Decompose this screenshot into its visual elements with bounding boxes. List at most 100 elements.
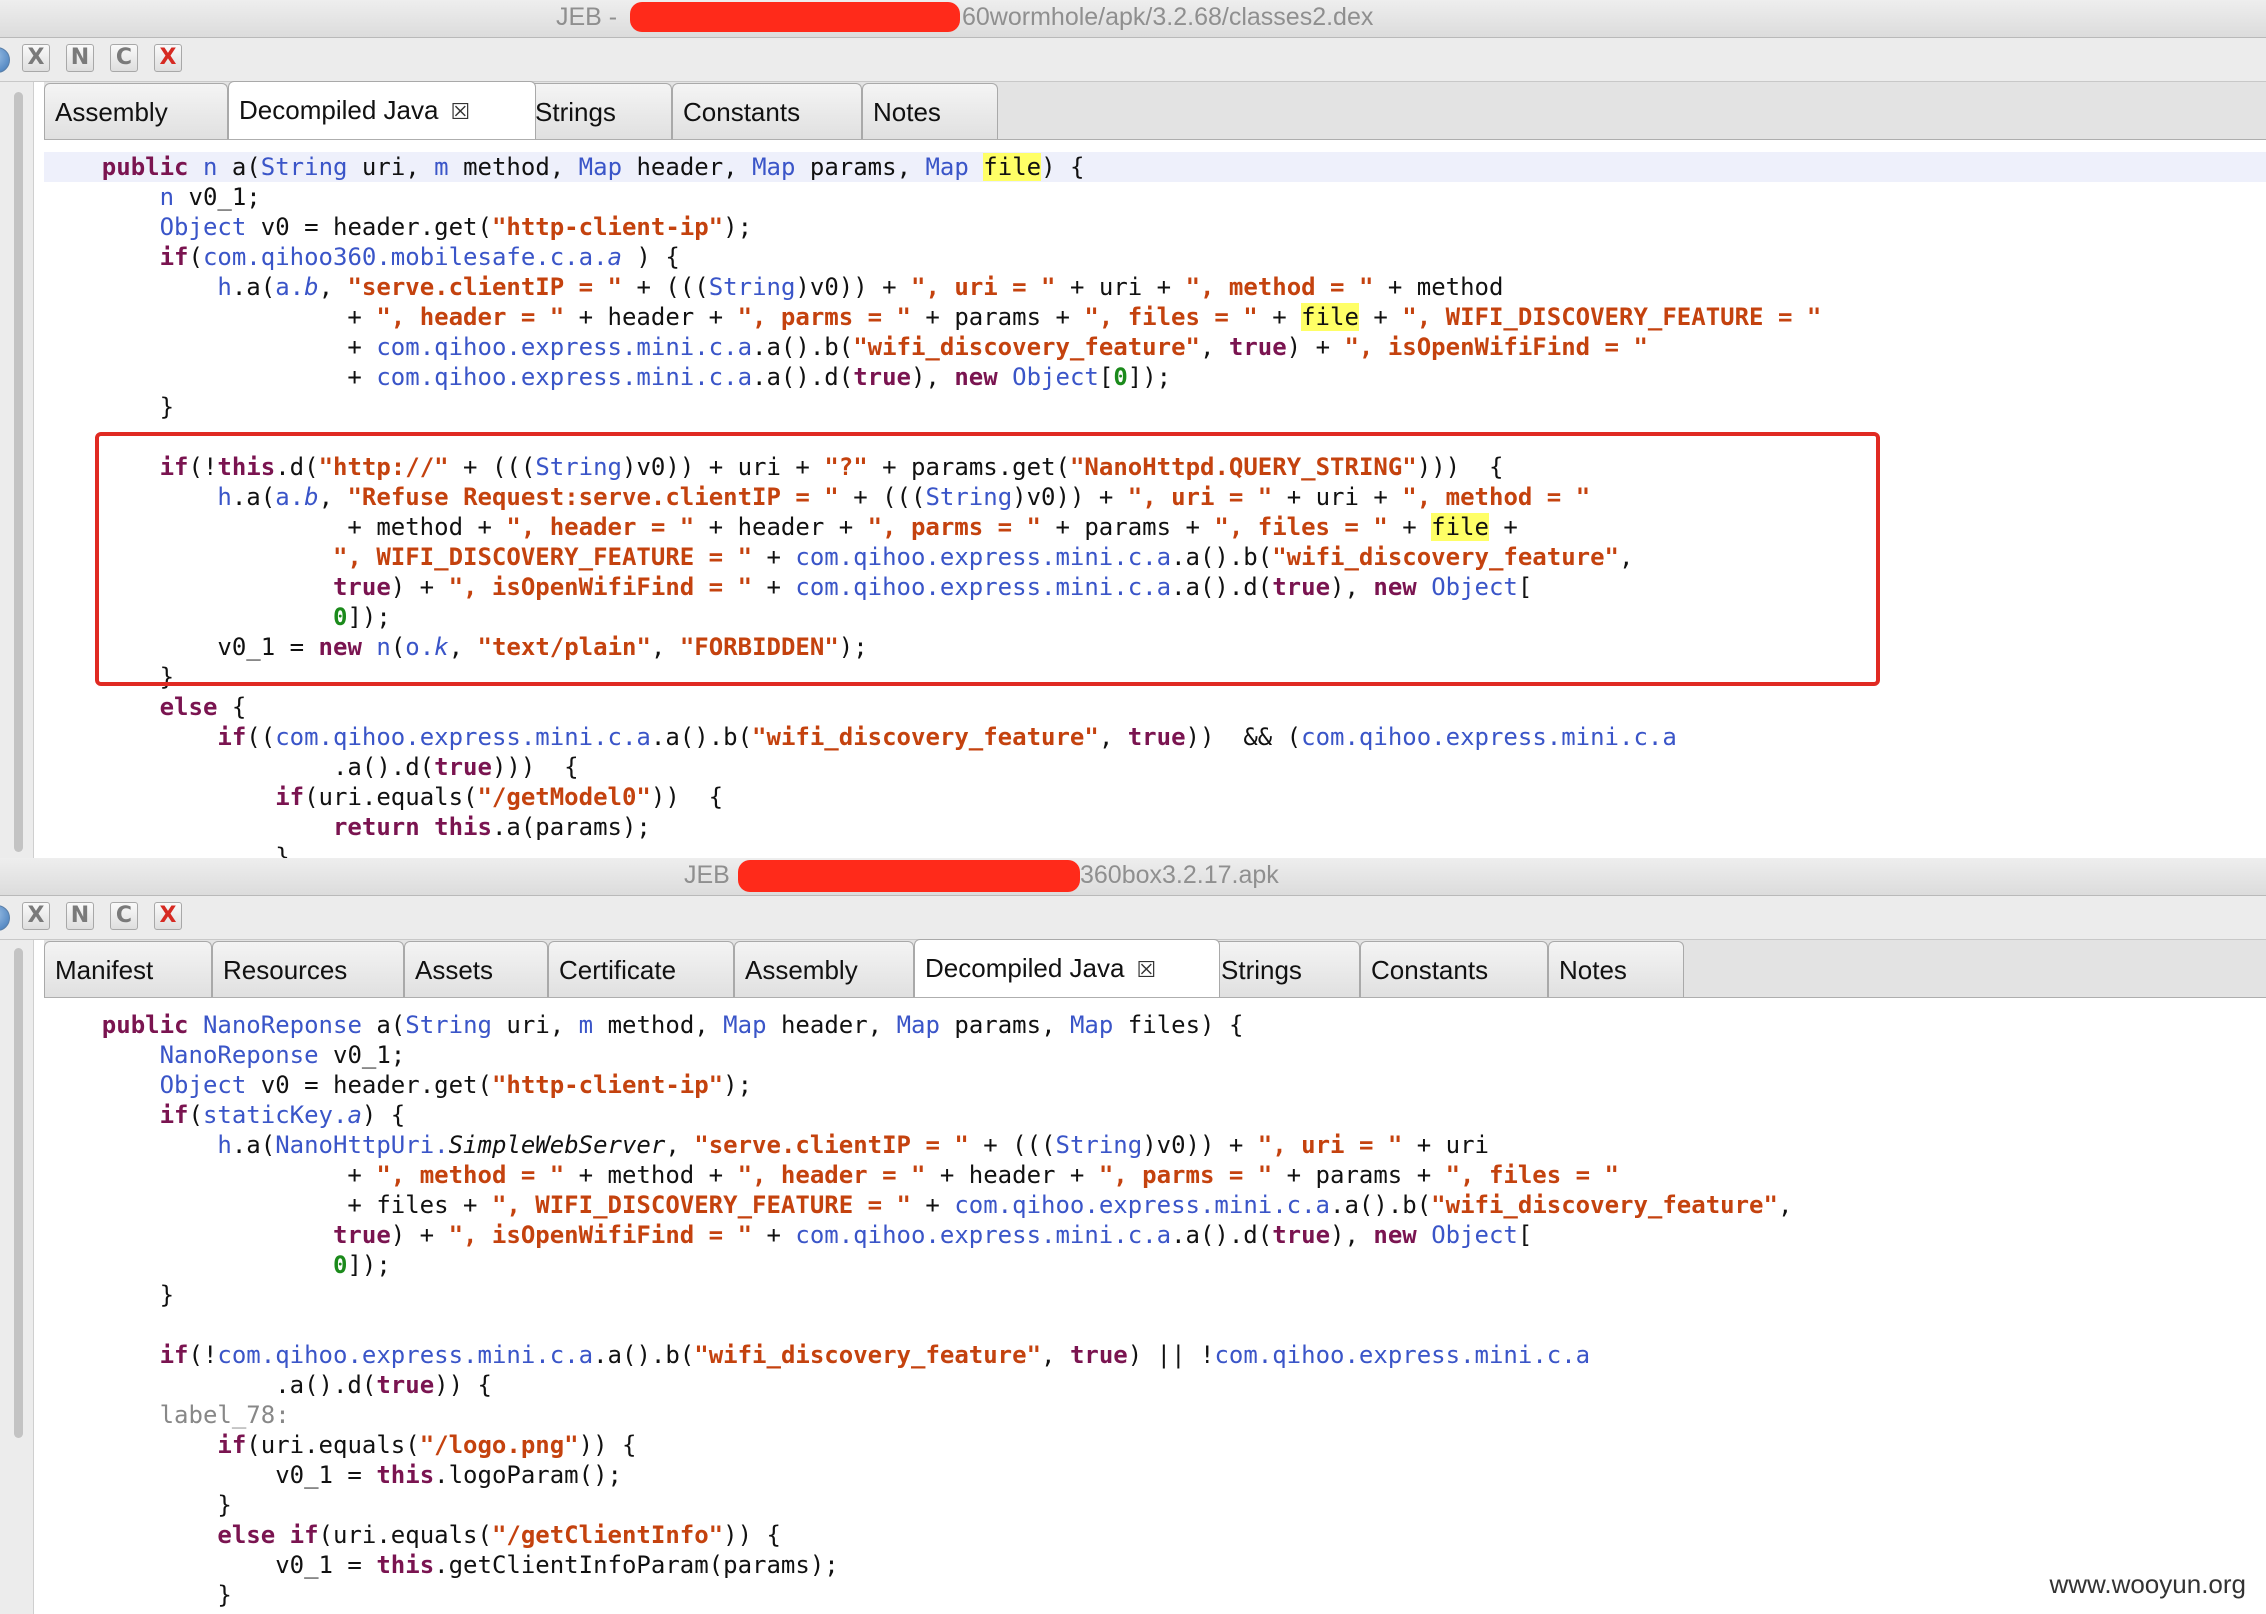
code-line[interactable]: if(com.qihoo360.mobilesafe.c.a.a ) { [44,242,2266,272]
code-token: v0 = header.get( [246,1071,492,1099]
code-line[interactable]: } [44,392,2266,422]
code-token: )) { [578,1431,637,1459]
code-token: ", WIFI_DISCOVERY_FEATURE = " [1402,303,1822,331]
code-line[interactable]: label_78: [44,1400,2266,1430]
code-token: (uri.equals( [304,783,478,811]
code-line[interactable] [44,1310,2266,1340]
code-token: ]); [1127,363,1172,391]
c-toolbar-button[interactable]: C [110,44,138,72]
code-token: true [434,753,492,781]
code-line[interactable]: public NanoReponse a(String uri, m metho… [44,1010,2266,1040]
tab-constants[interactable]: Constants [1360,941,1548,997]
tab-notes[interactable]: Notes [1548,941,1684,997]
code-token: Map [752,153,796,181]
code-line[interactable]: else if(uri.equals("/getClientInfo")) { [44,1520,2266,1550]
code-token: + method + [564,1161,738,1189]
code-token: + uri [1402,1131,1489,1159]
code-token: ( [188,1101,203,1129]
tab-constants[interactable]: Constants [672,83,862,139]
code-line[interactable]: if(uri.equals("/getModel0")) { [44,782,2266,812]
code-line[interactable]: + com.qihoo.express.mini.c.a.a().d(true)… [44,362,2266,392]
code-line[interactable]: true) + ", isOpenWifiFind = " + com.qiho… [44,1220,2266,1250]
code-line[interactable]: + ", header = " + header + ", parms = " … [44,302,2266,332]
code-line[interactable]: else { [44,692,2266,722]
left-panel-scrollbar[interactable] [0,940,34,1614]
code-token: String [260,153,348,181]
tab-label: Decompiled Java [925,953,1125,983]
code-editor[interactable]: public NanoReponse a(String uri, m metho… [44,1010,2266,1614]
code-token: .a(params); [491,813,651,841]
c-toolbar-button[interactable]: C [110,902,138,930]
decompiled-java-code[interactable]: public NanoReponse a(String uri, m metho… [44,1010,2266,1610]
code-line[interactable]: h.a(NanoHttpUri.SimpleWebServer, "serve.… [44,1130,2266,1160]
code-line[interactable]: .a().d(true))) { [44,752,2266,782]
x-toolbar-button[interactable]: X [22,44,50,72]
code-token: uri, [491,1011,579,1039]
code-line[interactable]: if(!com.qihoo.express.mini.c.a.a().b("wi… [44,1340,2266,1370]
tab-close-icon[interactable]: ☒ [450,100,470,125]
tab-assembly[interactable]: Assembly [734,941,914,997]
code-line[interactable]: + com.qihoo.express.mini.c.a.a().b("wifi… [44,332,2266,362]
code-line[interactable]: 0]); [44,1250,2266,1280]
tab-decompiled-java[interactable]: Decompiled Java ☒ [228,81,536,139]
left-scroll-thumb[interactable] [14,92,23,852]
tab-decompiled-java[interactable]: Decompiled Java ☒ [914,939,1220,997]
code-token: ]); [347,1251,391,1279]
n-toolbar-button[interactable]: N [66,44,94,72]
code-token: + ((( [968,1131,1056,1159]
code-line[interactable]: n v0_1; [44,182,2266,212]
code-token: .a().d( [1171,1221,1273,1249]
tab-assembly[interactable]: Assembly [44,83,228,139]
code-line[interactable]: } [44,842,2266,858]
n-toolbar-button[interactable]: N [66,902,94,930]
code-line[interactable]: } [44,1490,2266,1520]
code-line[interactable]: + files + ", WIFI_DISCOVERY_FEATURE = " … [44,1190,2266,1220]
code-token: )) { [723,1521,781,1549]
tab-label: Certificate [559,955,677,985]
code-line[interactable]: v0_1 = this.logoParam(); [44,1460,2266,1490]
code-token: Object [1012,363,1099,391]
code-line[interactable]: } [44,1580,2266,1610]
code-token: com.qihoo.express.mini.c.a [1301,723,1677,751]
code-token: com.qihoo.express.mini.c.a [376,363,753,391]
code-token: file [983,153,1042,181]
code-line[interactable]: if(uri.equals("/logo.png")) { [44,1430,2266,1460]
code-token: true [1228,333,1287,361]
code-line[interactable]: public n a(String uri, m method, Map hea… [44,152,2266,182]
code-line[interactable]: .a().d(true)) { [44,1370,2266,1400]
code-token: Map [896,1011,940,1039]
tab-notes[interactable]: Notes [862,83,998,139]
tab-strings[interactable]: Strings [1210,941,1360,997]
left-scroll-thumb[interactable] [14,948,23,1438]
info-circle-icon[interactable] [0,47,10,73]
close-red-x-button[interactable]: X [154,44,182,72]
tab-strings[interactable]: Strings [524,83,672,139]
code-line[interactable]: Object v0 = header.get("http-client-ip")… [44,1070,2266,1100]
code-line[interactable]: NanoReponse v0_1; [44,1040,2266,1070]
tab-resources[interactable]: Resources [212,941,404,997]
x-toolbar-button[interactable]: X [22,902,50,930]
code-line[interactable]: return this.a(params); [44,812,2266,842]
code-line[interactable]: h.a(a.b, "serve.clientIP = " + (((String… [44,272,2266,302]
code-token: this [434,813,492,841]
code-line[interactable]: Object v0 = header.get("http-client-ip")… [44,212,2266,242]
toolbar: X N C X [0,896,2266,940]
code-token: uri, [347,153,435,181]
left-panel-scrollbar[interactable] [0,82,34,858]
close-red-x-button[interactable]: X [154,902,182,930]
info-circle-icon[interactable] [0,905,10,931]
code-line[interactable]: v0_1 = this.getClientInfoParam(params); [44,1550,2266,1580]
code-line[interactable]: if((com.qihoo.express.mini.c.a.a().b("wi… [44,722,2266,752]
code-token: this [376,1461,435,1489]
tab-certificate[interactable]: Certificate [548,941,734,997]
code-line[interactable]: + ", method = " + method + ", header = "… [44,1160,2266,1190]
code-line[interactable]: } [44,1280,2266,1310]
tab-manifest[interactable]: Manifest [44,941,212,997]
tab-close-icon[interactable]: ☒ [1136,958,1156,983]
code-token: SimpleWebServer [448,1131,666,1159]
code-line[interactable]: if(staticKey.a) { [44,1100,2266,1130]
tab-assets[interactable]: Assets [404,941,548,997]
